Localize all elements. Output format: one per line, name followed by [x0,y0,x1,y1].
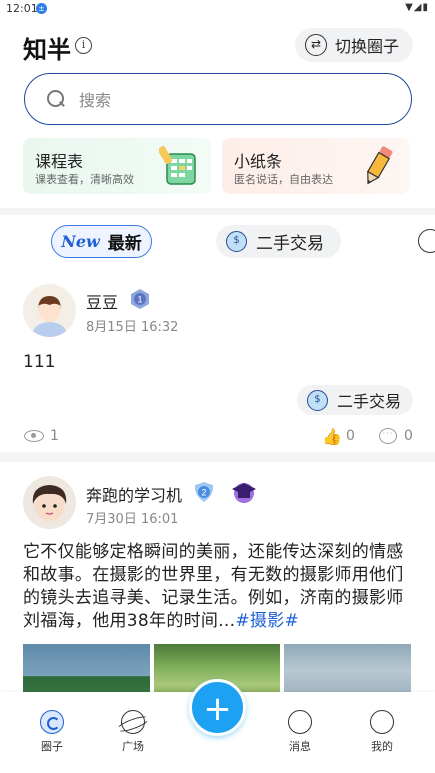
profile-icon [370,710,394,734]
post-body: 它不仅能够定格瞬间的美丽，还能传达深刻的情感和故事。在摄影的世界里，有无数的摄影… [23,542,404,631]
switch-circle-button[interactable]: ⇄ 切换圈子 [295,28,413,62]
level-badge-icon: 1 [131,289,149,309]
pencil-icon [366,146,393,185]
search-placeholder: 搜索 [79,91,112,110]
tab-more-icon[interactable] [418,229,435,253]
notification-icon: ± [36,3,47,14]
switch-icon: ⇄ [305,34,327,56]
comment-icon[interactable]: ··· [379,428,397,444]
create-post-button[interactable]: + [189,679,246,736]
nav-square[interactable]: 广场 [103,710,163,754]
post-card[interactable]: 奔跑的学习机 2 7月30日 16:01 它不仅能够定格瞬间的美丽，还能传达深刻… [0,462,435,702]
header: 知半 i ⇄ 切换圈子 搜索 课程表 课表查看，清晰高效 小纸条 匿名说话，自由… [0,18,435,208]
level-badge-icon: 2 [194,482,214,502]
search-input[interactable]: 搜索 [24,73,412,125]
view-count: 1 [50,428,59,444]
post-author[interactable]: 豆豆 [86,289,118,313]
switch-circle-label: 切换圈子 [335,37,400,56]
like-icon[interactable]: 👍 [322,427,342,446]
avatar [23,284,76,337]
system-icons: ▼◢▮ [405,2,429,13]
post-topic-link[interactable]: #摄影# [235,611,299,631]
nav-messages[interactable]: 消息 [270,710,330,754]
status-time: 12:01 [6,2,38,15]
feed-tabs: New 最新 $ 二手交易 [0,215,435,270]
note-card-subtitle: 匿名说话，自由表达 [234,173,333,186]
schedule-icon [159,145,196,185]
schedule-card-subtitle: 课表查看，清晰高效 [35,173,134,186]
tab-second-hand-label: 二手交易 [256,234,324,254]
avatar [23,476,76,529]
tab-second-hand[interactable]: $ 二手交易 [216,225,341,258]
status-bar: 12:01 ± ▼◢▮ [0,0,435,18]
note-card[interactable]: 小纸条 匿名说话，自由表达 [222,138,410,194]
trade-icon: $ [306,389,328,411]
nav-profile-label: 我的 [371,740,393,753]
nav-circle-label: 圈子 [41,740,63,753]
post-content: 111 [23,352,56,372]
circle-icon [40,710,64,734]
post-content: 它不仅能够定格瞬间的美丽，还能传达深刻的情感和故事。在摄影的世界里，有无数的摄影… [23,541,413,633]
nav-messages-label: 消息 [289,740,311,753]
level-number: 2 [201,488,206,498]
schedule-card[interactable]: 课程表 课表查看，清晰高效 [23,138,211,194]
app-screen: 12:01 ± ▼◢▮ 知半 i ⇄ 切换圈子 搜索 课程表 课表查看，清晰高效 [0,0,435,773]
tab-latest[interactable]: New 最新 [51,225,152,258]
nav-circle[interactable]: 圈子 [22,710,82,754]
message-icon [288,710,312,734]
post-stats: 1 👍 0 ··· 0 [0,427,435,447]
tab-latest-label: 最新 [107,234,142,254]
post-card[interactable]: 豆豆 1 8月15日 16:32 111 $ 二手交易 1 👍 0 ··· 0 [0,270,435,452]
new-badge: New [61,232,100,251]
post-author[interactable]: 奔跑的学习机 [86,482,182,506]
like-count: 0 [346,428,355,444]
schedule-card-title: 课程表 [35,152,84,171]
note-card-title: 小纸条 [234,152,283,171]
trade-icon: $ [226,231,247,252]
search-icon [47,90,65,108]
post-time: 8月15日 16:32 [86,320,179,335]
nav-square-label: 广场 [122,740,144,753]
post-topic-label: 二手交易 [336,392,401,411]
level-number: 1 [137,295,142,305]
post-time: 7月30日 16:01 [86,512,179,527]
post-topic-tag[interactable]: $ 二手交易 [296,385,413,415]
planet-icon [121,710,145,734]
info-icon[interactable]: i [75,37,92,54]
nav-profile[interactable]: 我的 [352,710,412,754]
graduation-cap-icon [232,483,256,503]
app-title: 知半 [23,36,71,64]
eye-icon [24,430,44,442]
comment-count: 0 [404,428,413,444]
